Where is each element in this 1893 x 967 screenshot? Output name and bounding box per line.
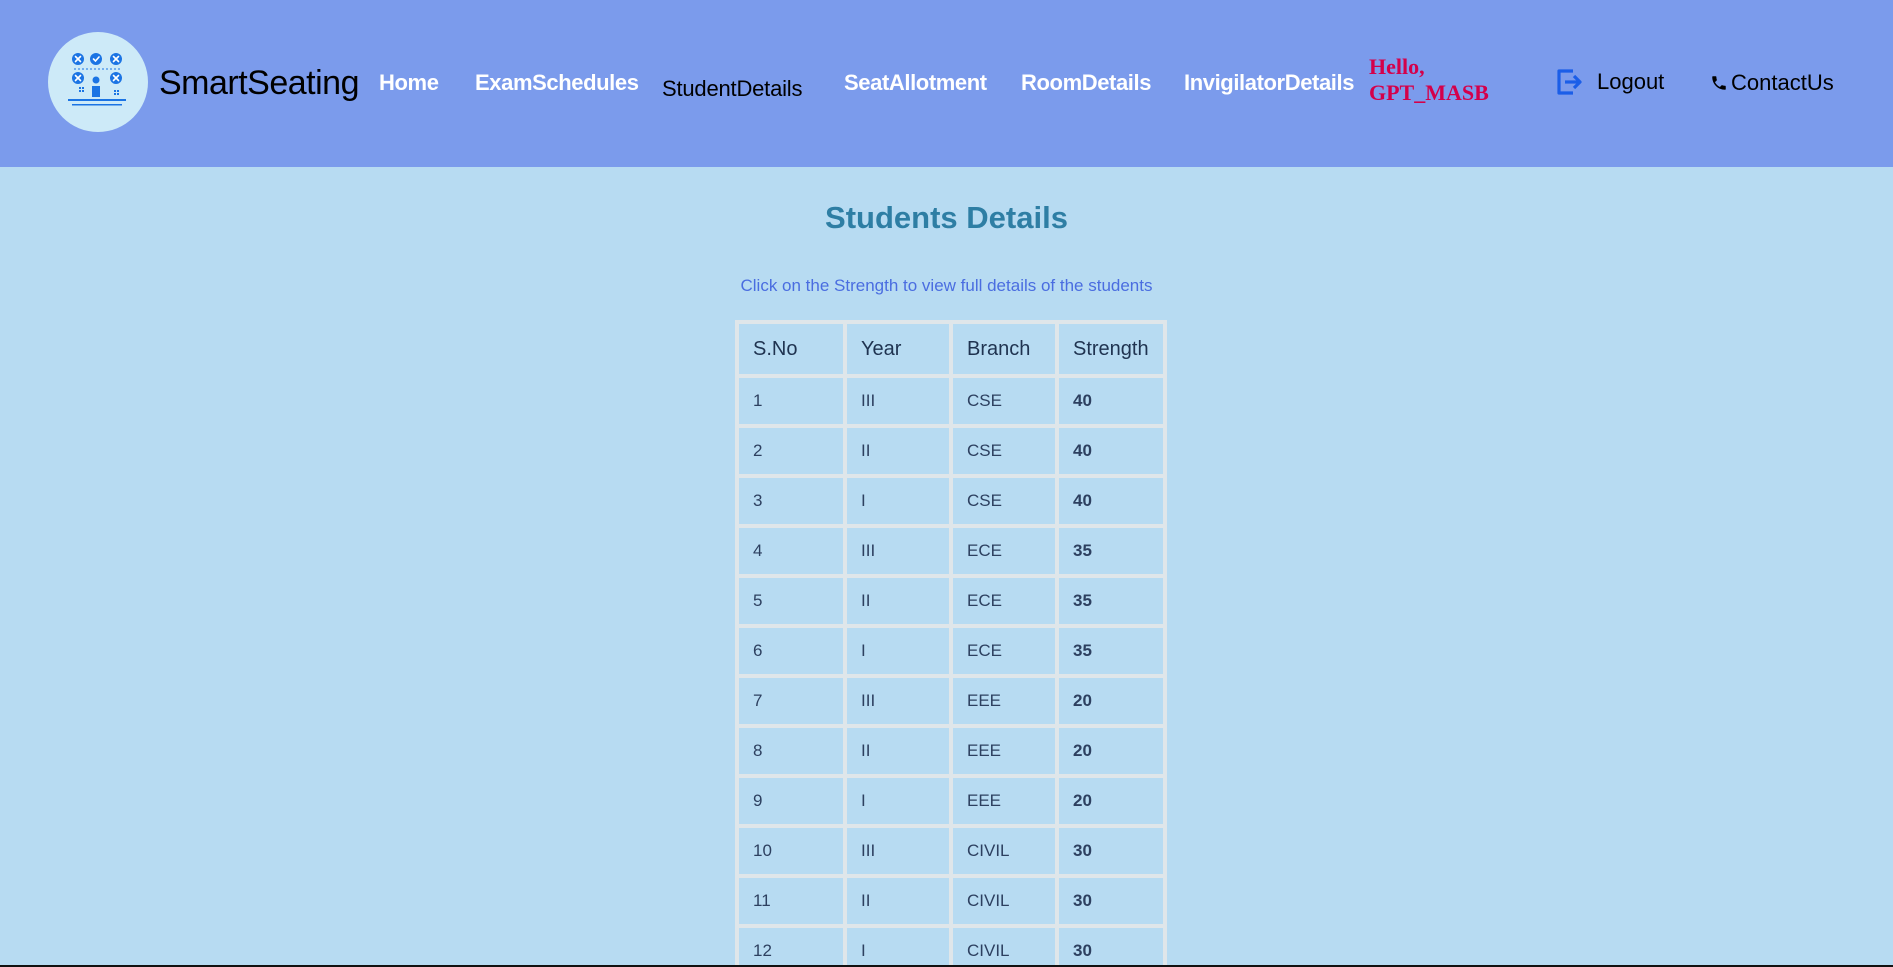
column-header-branch: Branch (953, 324, 1055, 374)
cell-strength-link[interactable]: 20 (1059, 778, 1163, 824)
cell-sno: 9 (739, 778, 843, 824)
cell-strength-link[interactable]: 40 (1059, 478, 1163, 524)
column-header-strength: Strength (1059, 324, 1163, 374)
cell-sno: 1 (739, 378, 843, 424)
instruction-text: Click on the Strength to view full detai… (740, 276, 1153, 295)
cell-sno: 12 (739, 928, 843, 967)
top-navbar: SmartSeating Home ExamSchedules StudentD… (0, 0, 1893, 167)
nav-home[interactable]: Home (379, 70, 439, 96)
cell-sno: 7 (739, 678, 843, 724)
cell-branch: ECE (953, 528, 1055, 574)
smartseating-logo[interactable] (48, 32, 148, 132)
nav-invigilator-details[interactable]: InvigilatorDetails (1184, 70, 1354, 96)
table-row: 10 III CIVIL 30 (739, 828, 1163, 874)
cell-branch: CSE (953, 428, 1055, 474)
cell-branch: ECE (953, 578, 1055, 624)
cell-strength-link[interactable]: 40 (1059, 428, 1163, 474)
logout-label: Logout (1597, 69, 1665, 94)
cell-year: II (847, 578, 949, 624)
cell-branch: CSE (953, 478, 1055, 524)
cell-year: III (847, 678, 949, 724)
cell-year: I (847, 628, 949, 674)
cell-year: I (847, 928, 949, 967)
brand-name[interactable]: SmartSeating (159, 64, 360, 103)
cell-strength-link[interactable]: 35 (1059, 628, 1163, 674)
logout-button[interactable]: Logout (1555, 66, 1664, 98)
table-row: 3 I CSE 40 (739, 478, 1163, 524)
table-row: 11 II CIVIL 30 (739, 878, 1163, 924)
cell-sno: 6 (739, 628, 843, 674)
cell-sno: 2 (739, 428, 843, 474)
cell-sno: 4 (739, 528, 843, 574)
table-body: 1 III CSE 40 2 II CSE 40 3 I CSE 40 4 III ECE 35 5 II ECE 3… (739, 378, 1163, 967)
greeting-text: Hello, (1369, 54, 1425, 79)
cell-strength-link[interactable]: 20 (1059, 728, 1163, 774)
cell-strength-link[interactable]: 35 (1059, 528, 1163, 574)
table-row: 2 II CSE 40 (739, 428, 1163, 474)
cell-branch: CIVIL (953, 928, 1055, 967)
cell-strength-link[interactable]: 30 (1059, 928, 1163, 967)
nav-student-details[interactable]: StudentDetails (662, 76, 802, 102)
cell-branch: EEE (953, 728, 1055, 774)
cell-sno: 8 (739, 728, 843, 774)
nav-room-details[interactable]: RoomDetails (1021, 70, 1151, 96)
cell-year: III (847, 828, 949, 874)
cell-sno: 3 (739, 478, 843, 524)
nav-exam-schedules[interactable]: ExamSchedules (475, 70, 639, 96)
cell-year: II (847, 428, 949, 474)
table-row: 12 I CIVIL 30 (739, 928, 1163, 967)
cell-sno: 5 (739, 578, 843, 624)
page-title: Students Details (825, 200, 1068, 235)
students-table: S.No Year Branch Strength 1 III CSE 40 2 II CS… (735, 320, 1167, 967)
cell-branch: EEE (953, 678, 1055, 724)
table-row: 7 III EEE 20 (739, 678, 1163, 724)
cell-strength-link[interactable]: 30 (1059, 828, 1163, 874)
logout-icon (1557, 69, 1582, 95)
table-row: 8 II EEE 20 (739, 728, 1163, 774)
username: GPT_MASB (1369, 80, 1489, 105)
cell-year: II (847, 728, 949, 774)
table-header-row: S.No Year Branch Strength (739, 324, 1163, 374)
cell-strength-link[interactable]: 30 (1059, 878, 1163, 924)
cell-sno: 10 (739, 828, 843, 874)
nav-seat-allotment[interactable]: SeatAllotment (844, 70, 987, 96)
cell-strength-link[interactable]: 40 (1059, 378, 1163, 424)
cell-year: II (847, 878, 949, 924)
user-greeting: Hello, GPT_MASB (1369, 54, 1489, 106)
cell-year: III (847, 528, 949, 574)
phone-icon (1712, 76, 1726, 90)
cell-branch: CIVIL (953, 828, 1055, 874)
table-row: 4 III ECE 35 (739, 528, 1163, 574)
column-header-sno: S.No (739, 324, 843, 374)
table-row: 1 III CSE 40 (739, 378, 1163, 424)
cell-branch: EEE (953, 778, 1055, 824)
seating-arrangement-icon (68, 53, 126, 106)
cell-strength-link[interactable]: 35 (1059, 578, 1163, 624)
table-row: 9 I EEE 20 (739, 778, 1163, 824)
cell-year: III (847, 378, 949, 424)
cell-branch: ECE (953, 628, 1055, 674)
contact-us-link[interactable]: ContactUs (1710, 70, 1834, 96)
cell-sno: 11 (739, 878, 843, 924)
cell-branch: CIVIL (953, 878, 1055, 924)
cell-year: I (847, 478, 949, 524)
cell-year: I (847, 778, 949, 824)
table-row: 5 II ECE 35 (739, 578, 1163, 624)
contact-us-label: ContactUs (1731, 70, 1834, 95)
cell-strength-link[interactable]: 20 (1059, 678, 1163, 724)
cell-branch: CSE (953, 378, 1055, 424)
table-row: 6 I ECE 35 (739, 628, 1163, 674)
column-header-year: Year (847, 324, 949, 374)
